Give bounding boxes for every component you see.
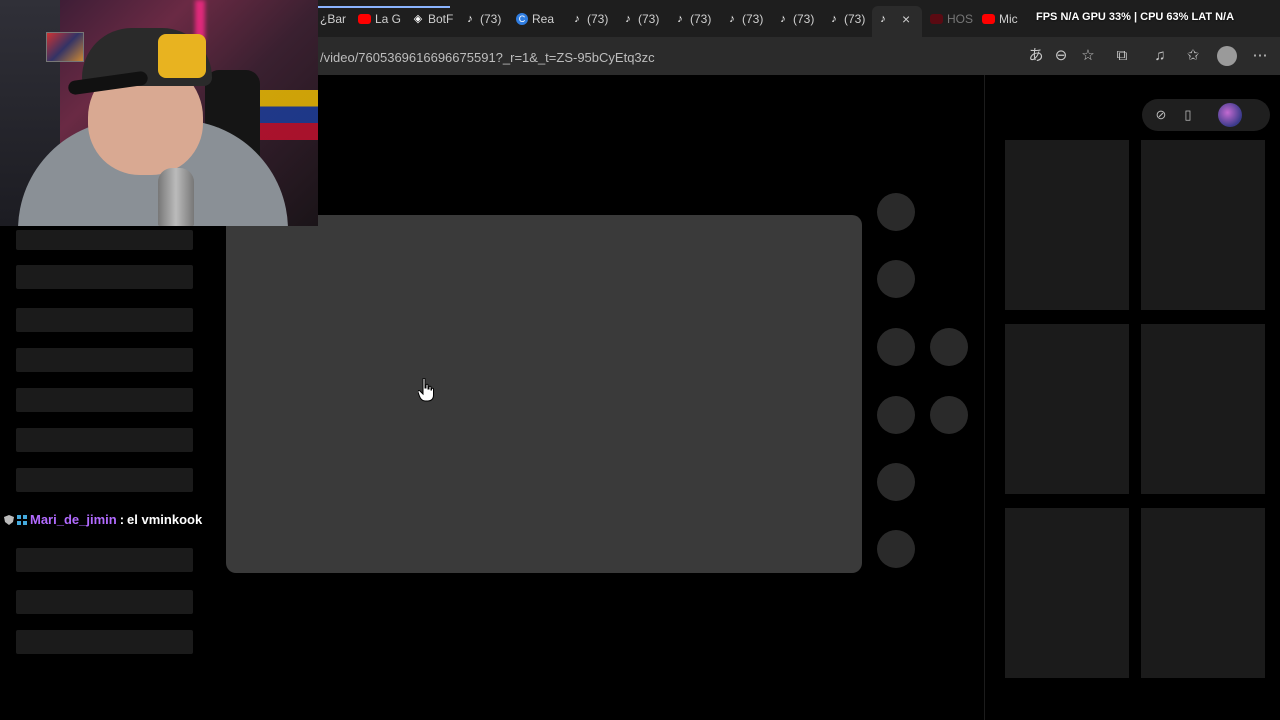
tab-label: La G xyxy=(375,12,402,26)
browser-tab[interactable]: La G xyxy=(358,11,404,27)
hand-cursor-icon xyxy=(418,378,434,402)
skeleton-row xyxy=(16,230,193,250)
browser-tab[interactable]: ♪ (73) xyxy=(726,11,772,27)
tab-label: (73) xyxy=(480,12,502,26)
media-icon[interactable]: ♫ xyxy=(1151,47,1169,65)
browser-tab[interactable]: ♪ (73) xyxy=(828,11,874,27)
star-icon[interactable]: ☆ xyxy=(1079,47,1097,65)
phone-icon[interactable]: ▯ xyxy=(1180,107,1196,123)
chat-username: Mari_de_jimin xyxy=(30,512,117,527)
skeleton-row xyxy=(16,590,193,614)
action-button-placeholder[interactable] xyxy=(877,328,915,366)
tab-label: BotF xyxy=(428,12,454,26)
zoom-icon[interactable]: ⊖ xyxy=(1052,47,1070,65)
sidebar-divider xyxy=(984,75,985,720)
tab-label: (73) xyxy=(690,12,712,26)
skeleton-row xyxy=(16,468,193,492)
performance-overlay: FPS N/A GPU 33% | CPU 63% LAT N/A xyxy=(1036,11,1235,23)
browser-tab[interactable]: HOS xyxy=(930,11,976,27)
chat-separator: : xyxy=(119,512,125,527)
avatar[interactable] xyxy=(1218,103,1242,127)
action-button-placeholder[interactable] xyxy=(877,193,915,231)
video-card-placeholder[interactable] xyxy=(1005,324,1129,494)
tiktok-icon: ♪ xyxy=(625,13,631,25)
profile-icon[interactable] xyxy=(1217,46,1237,66)
extensions-icon[interactable]: ⧉ xyxy=(1113,47,1131,65)
tiktok-icon: ♪ xyxy=(677,13,683,25)
video-card-placeholder[interactable] xyxy=(1141,508,1265,678)
close-icon: × xyxy=(902,11,911,27)
tab-label: (73) xyxy=(638,12,660,26)
action-button-placeholder[interactable] xyxy=(877,260,915,298)
close-tab-button[interactable]: × xyxy=(902,11,916,27)
browser-tab[interactable]: ♪ (73) xyxy=(674,11,720,27)
tiktok-icon: ♪ xyxy=(831,13,837,25)
action-button-placeholder[interactable] xyxy=(930,396,968,434)
tab-label: (73) xyxy=(793,12,815,26)
action-button-placeholder[interactable] xyxy=(877,530,915,568)
skeleton-row xyxy=(16,428,193,452)
more-menu-icon[interactable]: ⋯ xyxy=(1251,47,1269,65)
tiktok-icon: ♪ xyxy=(574,13,580,25)
video-player-placeholder[interactable] xyxy=(226,215,862,573)
webcam-overlay xyxy=(0,0,318,226)
favorites-icon[interactable]: ✩ xyxy=(1184,47,1202,65)
tab-label: Mic xyxy=(999,12,1018,26)
tab-label: Rea xyxy=(532,12,555,26)
tab-label: (73) xyxy=(587,12,609,26)
browser-tab[interactable]: C Rea xyxy=(516,11,562,27)
tiktok-icon: ♪ xyxy=(880,13,886,25)
browser-tab[interactable]: ♪ (73) xyxy=(571,11,617,27)
action-button-placeholder[interactable] xyxy=(877,396,915,434)
page-toolbar-pill: ⊘ ▯ xyxy=(1142,99,1270,131)
chat-message: Mari_de_jimin : el vminkook xyxy=(4,512,202,527)
skeleton-row xyxy=(16,630,193,654)
browser-tab-strip: ¿Bar La G ◈ BotF ♪ (73) C Rea ♪ (73) ♪ (73) ♪… xyxy=(318,0,1280,37)
compass-icon[interactable]: ⊘ xyxy=(1153,107,1169,123)
browser-tab[interactable]: ¿Bar xyxy=(320,11,356,27)
action-button-placeholder[interactable] xyxy=(877,463,915,501)
browser-tab[interactable]: ◈ BotF xyxy=(412,11,458,27)
tiktok-icon: ♪ xyxy=(729,13,735,25)
skeleton-row xyxy=(16,388,193,412)
action-button-placeholder[interactable] xyxy=(930,328,968,366)
skeleton-row xyxy=(16,348,193,372)
copilot-icon: C xyxy=(516,13,528,25)
skeleton-row xyxy=(16,265,193,289)
address-bar-row: /video/7605369616696675591?_r=1&_t=ZS-95… xyxy=(318,37,1280,75)
tiktok-icon: ♪ xyxy=(780,13,786,25)
loading-bar xyxy=(318,6,450,8)
youtube-icon xyxy=(358,14,371,24)
tab-label: ¿Bar xyxy=(320,12,347,26)
tab-label: HOS xyxy=(947,12,974,26)
tab-label: (73) xyxy=(844,12,866,26)
chat-message-text: el vminkook xyxy=(127,512,203,527)
browser-tab[interactable]: Mic xyxy=(982,11,1028,27)
active-tab-favicon: ♪ xyxy=(878,11,892,27)
youtube-icon xyxy=(982,14,995,24)
video-card-placeholder[interactable] xyxy=(1005,508,1129,678)
shield-badge-icon xyxy=(4,514,14,525)
video-card-placeholder[interactable] xyxy=(1005,140,1129,310)
tiktok-icon: ♪ xyxy=(467,13,473,25)
browser-tab[interactable]: ♪ (73) xyxy=(464,11,510,27)
video-card-placeholder[interactable] xyxy=(1141,324,1265,494)
tab-label: (73) xyxy=(742,12,764,26)
bot-icon: ◈ xyxy=(413,13,423,25)
browser-tab[interactable]: ♪ (73) xyxy=(622,11,668,27)
translate-icon[interactable]: あ xyxy=(1027,47,1045,65)
youtube-icon xyxy=(930,14,943,24)
skeleton-row xyxy=(16,548,193,572)
url-field[interactable]: /video/7605369616696675591?_r=1&_t=ZS-95… xyxy=(320,50,655,65)
skeleton-row xyxy=(16,308,193,332)
grid-badge-icon xyxy=(17,514,27,525)
browser-tab[interactable]: ♪ (73) xyxy=(777,11,823,27)
video-card-placeholder[interactable] xyxy=(1141,140,1265,310)
